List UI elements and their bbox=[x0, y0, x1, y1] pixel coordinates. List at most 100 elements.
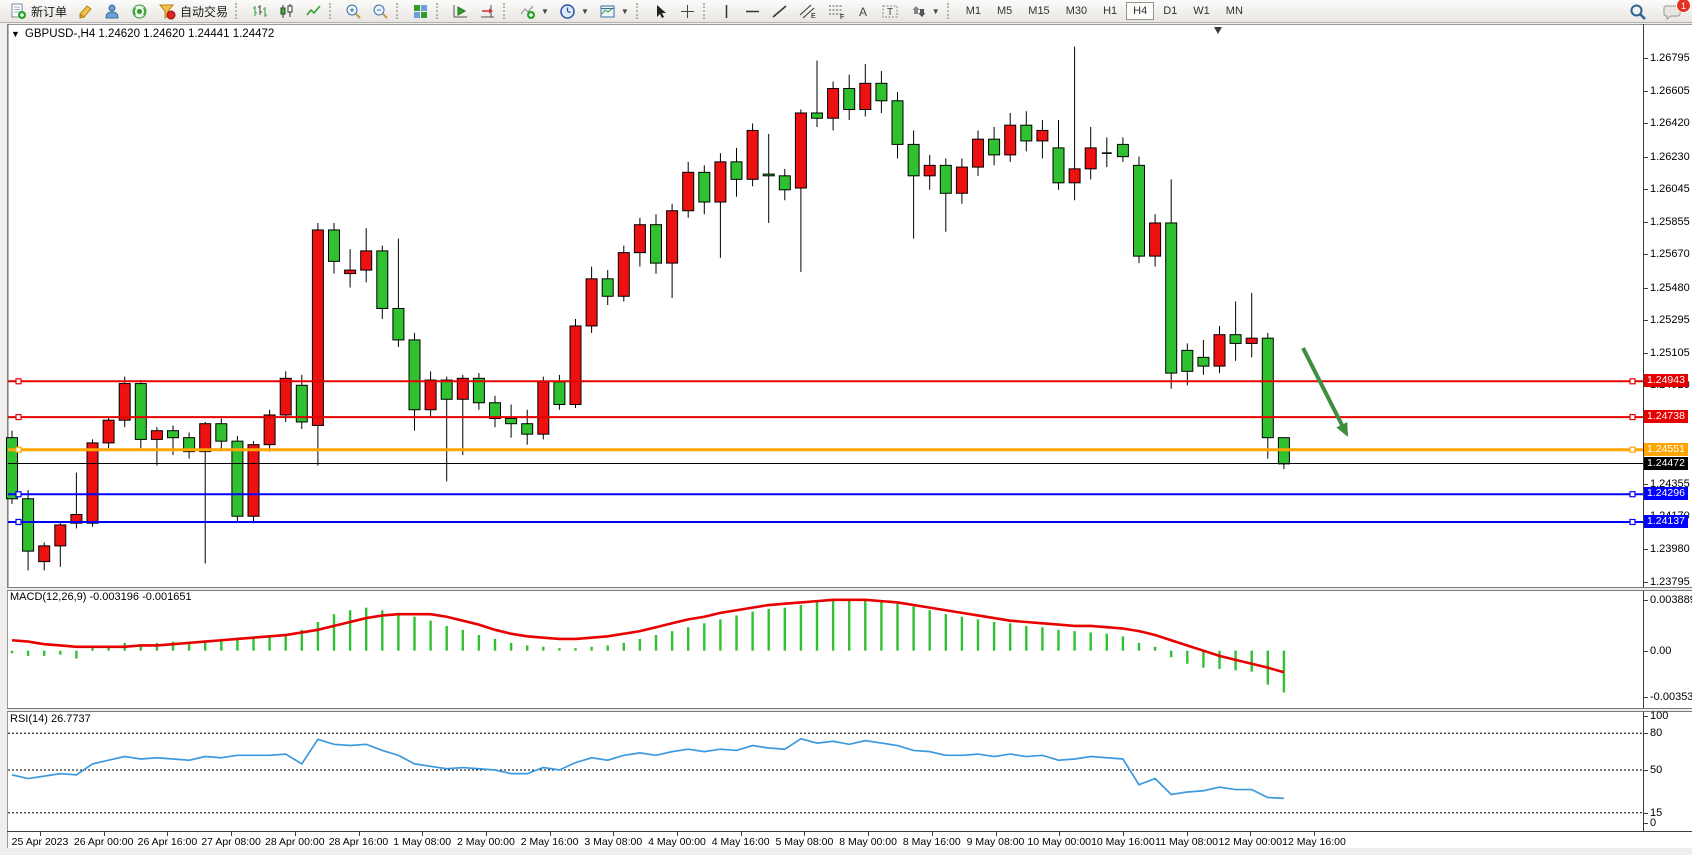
clock-icon bbox=[559, 3, 576, 20]
toolbar-separator bbox=[703, 3, 712, 19]
time-axis-label: 12 May 00:00 bbox=[1218, 836, 1282, 848]
price-tick-label: 1.23795 bbox=[1650, 576, 1690, 588]
timeframe-button-m1[interactable]: M1 bbox=[959, 2, 988, 20]
text-icon: A bbox=[856, 3, 871, 20]
chart-ohlc-header[interactable]: ▼ GBPUSD-,H4 1.24620 1.24620 1.24441 1.2… bbox=[11, 28, 274, 40]
time-axis-label: 5 May 08:00 bbox=[775, 836, 833, 848]
symbol-dropdown-icon[interactable]: ▼ bbox=[11, 29, 20, 39]
timeframe-button-mn[interactable]: MN bbox=[1219, 2, 1250, 20]
time-axis-label: 4 May 16:00 bbox=[712, 836, 770, 848]
chart-shift-icon bbox=[479, 3, 496, 20]
new-order-button[interactable]: 新订单 bbox=[5, 0, 72, 22]
price-tick-label: 0.00 bbox=[1650, 645, 1671, 657]
macd-histogram bbox=[12, 600, 1284, 693]
time-axis-label: 26 Apr 16:00 bbox=[138, 836, 198, 848]
crosshair-button[interactable] bbox=[674, 0, 701, 22]
timeframe-button-h4[interactable]: H4 bbox=[1126, 2, 1154, 20]
time-axis-label: 8 May 00:00 bbox=[839, 836, 897, 848]
terminal-button[interactable] bbox=[99, 0, 126, 22]
time-axis-label: 2 May 00:00 bbox=[457, 836, 515, 848]
timeframe-button-w1[interactable]: W1 bbox=[1186, 2, 1217, 20]
price-tick-label: 1.23980 bbox=[1650, 543, 1690, 555]
search-button[interactable] bbox=[1624, 1, 1652, 23]
price-badge-1.24472: 1.24472 bbox=[1644, 457, 1688, 470]
candlestick-chart-button[interactable] bbox=[273, 0, 300, 22]
price-tick-label: 1.25480 bbox=[1650, 282, 1690, 294]
down-arrow-annotation[interactable] bbox=[1303, 348, 1348, 437]
chat-button[interactable]: 1 bbox=[1658, 1, 1686, 23]
timeframe-button-m15[interactable]: M15 bbox=[1021, 2, 1056, 20]
metaeditor-button[interactable] bbox=[72, 0, 99, 22]
news-button[interactable] bbox=[126, 0, 153, 22]
autotrading-button[interactable]: 自动交易 bbox=[153, 0, 233, 22]
time-axis-label: 10 May 16:00 bbox=[1091, 836, 1155, 848]
timeframe-button-m30[interactable]: M30 bbox=[1059, 2, 1094, 20]
templates-button[interactable]: ▼ bbox=[594, 0, 634, 22]
trendline-button[interactable] bbox=[766, 0, 793, 22]
timeframe-button-d1[interactable]: D1 bbox=[1156, 2, 1184, 20]
horizontal-line-1.24943[interactable] bbox=[8, 379, 1643, 384]
text-label-button[interactable]: T bbox=[876, 0, 905, 22]
timeframe-group: M1M5M15M30H1H4D1W1MN bbox=[958, 2, 1251, 20]
bar-chart-button[interactable] bbox=[246, 0, 273, 22]
zoom-out-button[interactable] bbox=[367, 0, 394, 22]
time-axis-label: 26 Apr 00:00 bbox=[74, 836, 134, 848]
cursor-button[interactable] bbox=[647, 0, 674, 22]
price-tick-label: 1.25105 bbox=[1650, 347, 1690, 359]
cursor-icon bbox=[652, 3, 669, 20]
time-axis-label: 9 May 08:00 bbox=[967, 836, 1025, 848]
macd-pane-canvas[interactable] bbox=[0, 590, 1692, 708]
candlestick-series bbox=[7, 47, 1290, 571]
periods-button[interactable]: ▼ bbox=[554, 0, 594, 22]
terminal-icon bbox=[104, 3, 121, 20]
horizontal-line-button[interactable] bbox=[739, 0, 766, 22]
timeframe-button-m5[interactable]: M5 bbox=[990, 2, 1019, 20]
price-badge-1.24137: 1.24137 bbox=[1644, 515, 1688, 528]
horizontal-line-icon bbox=[744, 3, 761, 20]
templates-icon bbox=[599, 3, 616, 20]
time-axis-label: 10 May 00:00 bbox=[1027, 836, 1091, 848]
indicators-button[interactable]: ▼ bbox=[514, 0, 554, 22]
vertical-line-button[interactable] bbox=[714, 0, 739, 22]
main-toolbar: 新订单 自动交易 bbox=[0, 0, 1692, 23]
chevron-down-icon: ▼ bbox=[621, 7, 629, 16]
time-axis-label: 4 May 00:00 bbox=[648, 836, 706, 848]
price-tick-label: 1.25295 bbox=[1650, 314, 1690, 326]
fibonacci-button[interactable]: F bbox=[822, 0, 851, 22]
time-axis-label: 2 May 16:00 bbox=[521, 836, 579, 848]
toolbar-separator bbox=[636, 3, 645, 19]
arrows-button[interactable]: ▼ bbox=[905, 0, 945, 22]
tile-windows-button[interactable] bbox=[407, 0, 434, 22]
vertical-line-icon bbox=[719, 3, 734, 20]
zoom-in-button[interactable] bbox=[340, 0, 367, 22]
timeframe-button-h1[interactable]: H1 bbox=[1096, 2, 1124, 20]
new-order-label: 新订单 bbox=[31, 3, 67, 20]
price-badge-1.24551: 1.24551 bbox=[1644, 443, 1688, 456]
line-chart-icon bbox=[305, 3, 322, 20]
chart-shift-button[interactable] bbox=[474, 0, 501, 22]
chart-shift-marker[interactable] bbox=[1214, 27, 1222, 34]
equidistant-channel-button[interactable]: E bbox=[793, 0, 822, 22]
time-axis-label: 1 May 08:00 bbox=[393, 836, 451, 848]
price-tick-label: 1.26420 bbox=[1650, 117, 1690, 129]
search-icon bbox=[1629, 3, 1647, 21]
rsi-pane-canvas[interactable] bbox=[0, 711, 1692, 831]
rsi-line bbox=[12, 739, 1284, 799]
price-tick-label: 1.26230 bbox=[1650, 151, 1690, 163]
price-tick-label: 0.003889 bbox=[1650, 594, 1692, 606]
text-button[interactable]: A bbox=[851, 0, 876, 22]
fibonacci-icon: F bbox=[827, 3, 846, 20]
svg-text:A: A bbox=[859, 5, 867, 19]
main-chart-canvas[interactable] bbox=[0, 24, 1692, 588]
price-tick-label: 1.25670 bbox=[1650, 248, 1690, 260]
horizontal-line-1.24738[interactable] bbox=[8, 415, 1643, 420]
time-axis-label: 3 May 08:00 bbox=[584, 836, 642, 848]
auto-scroll-button[interactable] bbox=[447, 0, 474, 22]
rsi-pane-separator[interactable] bbox=[7, 708, 1692, 712]
price-tick-label: 1.26045 bbox=[1650, 183, 1690, 195]
trendline-icon bbox=[771, 3, 788, 20]
macd-pane-separator[interactable] bbox=[7, 587, 1692, 591]
line-chart-button[interactable] bbox=[300, 0, 327, 22]
time-axis-label: 11 May 08:00 bbox=[1155, 836, 1218, 848]
rsi-tick-label: 0 bbox=[1650, 817, 1656, 829]
